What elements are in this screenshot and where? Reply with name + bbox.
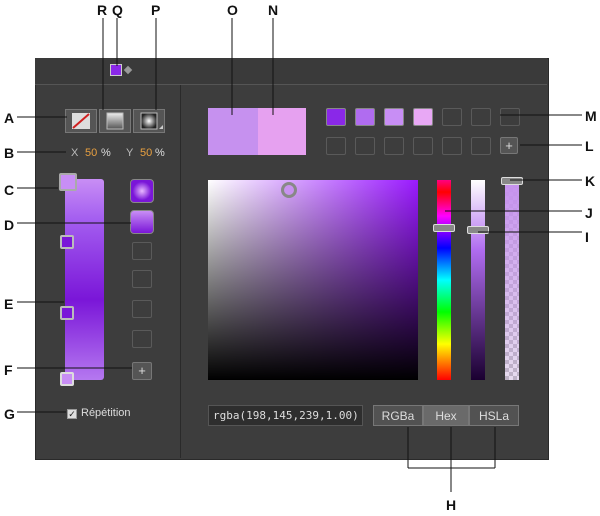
- x-unit: %: [101, 147, 111, 159]
- repeat-checkbox[interactable]: ✓: [67, 409, 77, 419]
- hue-slider[interactable]: [437, 180, 451, 380]
- color-swatch[interactable]: [326, 108, 346, 126]
- callout-g: G: [4, 406, 15, 422]
- callout-f: F: [4, 362, 13, 378]
- callout-r: R: [97, 2, 108, 18]
- gradient-stop-selected[interactable]: [59, 173, 77, 191]
- brightness-slider-thumb[interactable]: [467, 226, 489, 234]
- color-swatch-empty[interactable]: [326, 137, 346, 155]
- callout-e: E: [4, 296, 14, 312]
- saturation-brightness-picker[interactable]: [208, 180, 418, 380]
- callout-m: M: [585, 108, 597, 124]
- callout-o: O: [227, 2, 238, 18]
- x-value[interactable]: 50: [85, 147, 97, 159]
- callout-k: K: [585, 173, 596, 189]
- hue-slider-thumb[interactable]: [433, 224, 455, 232]
- y-unit: %: [155, 147, 165, 159]
- color-swatch[interactable]: [384, 108, 404, 126]
- gradient-stop[interactable]: [60, 235, 74, 249]
- color-value-field[interactable]: rgba(198,145,239,1.00): [208, 405, 363, 426]
- gradient-stop[interactable]: [60, 372, 74, 386]
- gradient-stop[interactable]: [60, 306, 74, 320]
- color-swatch-empty[interactable]: [500, 108, 520, 126]
- gradient-bar[interactable]: [65, 179, 104, 380]
- color-swatch-empty[interactable]: [355, 137, 375, 155]
- color-swatch-empty[interactable]: [384, 137, 404, 155]
- no-fill-icon: [72, 113, 90, 129]
- preset-slot-empty[interactable]: [132, 270, 152, 288]
- callout-a: A: [4, 110, 15, 126]
- tab-hex[interactable]: Hex: [423, 405, 469, 426]
- callout-p: P: [151, 2, 161, 18]
- y-label: Y: [126, 147, 134, 159]
- radial-gradient-icon: [140, 112, 163, 130]
- callout-d: D: [4, 217, 15, 233]
- color-swatch[interactable]: [355, 108, 375, 126]
- brightness-slider[interactable]: [471, 180, 485, 380]
- preset-slot-empty[interactable]: [132, 300, 152, 318]
- linear-gradient-button[interactable]: [99, 109, 131, 133]
- callout-q: Q: [112, 2, 123, 18]
- add-preset-button[interactable]: +: [132, 362, 152, 380]
- color-swatch-empty[interactable]: [442, 137, 462, 155]
- x-label: X: [71, 147, 79, 159]
- color-picker-cursor[interactable]: [281, 182, 297, 198]
- preset-gradient-linear[interactable]: [130, 210, 154, 234]
- callout-j: J: [585, 205, 593, 221]
- callout-b: B: [4, 145, 15, 161]
- color-swatch[interactable]: [413, 108, 433, 126]
- color-swatch-empty[interactable]: [471, 108, 491, 126]
- color-swatch-empty[interactable]: [413, 137, 433, 155]
- panel-divider: [180, 85, 181, 458]
- callout-l: L: [585, 138, 594, 154]
- preset-slot-empty[interactable]: [132, 242, 152, 260]
- no-fill-button[interactable]: [65, 109, 97, 133]
- y-value[interactable]: 50: [140, 147, 152, 159]
- callout-i: I: [585, 229, 589, 245]
- new-color-preview: [258, 108, 306, 155]
- current-fill-swatch[interactable]: [110, 64, 122, 76]
- tab-rgba[interactable]: RGBa: [373, 405, 423, 426]
- preset-slot-empty[interactable]: [132, 330, 152, 348]
- color-swatch-empty[interactable]: [442, 108, 462, 126]
- callout-h: H: [446, 497, 457, 513]
- radial-gradient-button[interactable]: [133, 109, 165, 133]
- alpha-slider[interactable]: [505, 180, 519, 380]
- add-swatch-button[interactable]: +: [500, 137, 518, 154]
- preset-gradient-radial[interactable]: [130, 179, 154, 203]
- previous-color-preview: [208, 108, 258, 155]
- callout-c: C: [4, 182, 15, 198]
- alpha-slider-thumb[interactable]: [501, 177, 523, 185]
- color-swatch-empty[interactable]: [471, 137, 491, 155]
- linear-gradient-icon: [106, 112, 124, 130]
- repeat-label: Répétition: [81, 407, 131, 419]
- tab-hsla[interactable]: HSLa: [469, 405, 519, 426]
- callout-n: N: [268, 2, 279, 18]
